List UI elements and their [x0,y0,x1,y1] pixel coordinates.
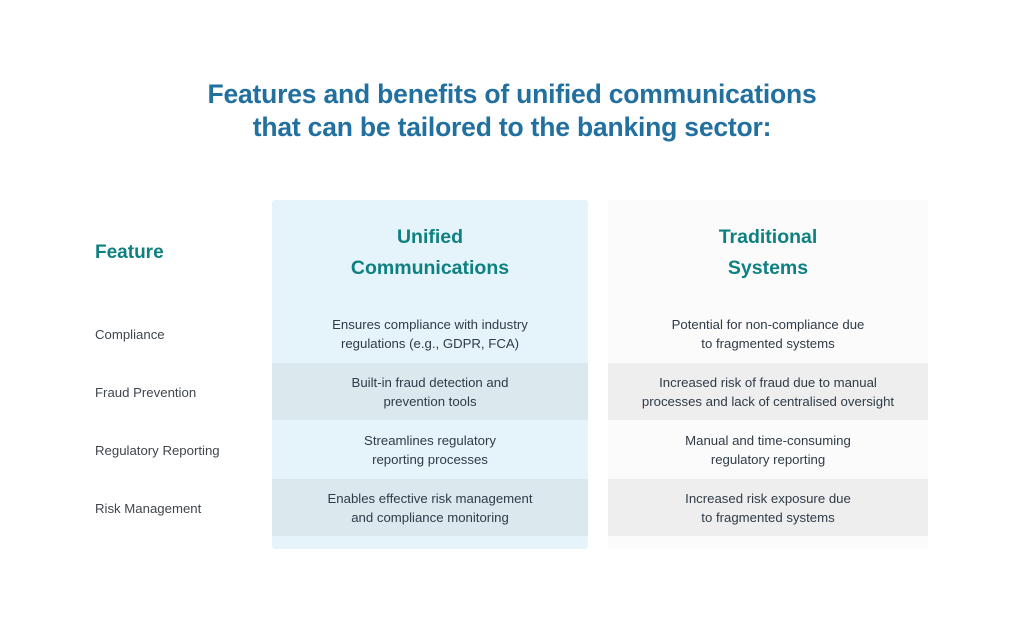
page-title: Features and benefits of unified communi… [0,78,1024,144]
unified-communications-text: Ensures compliance with industry regulati… [332,315,528,353]
page-title-line-2: that can be tailored to the banking sect… [252,112,772,142]
table-row: Fraud Prevention Built-in fraud detectio… [0,363,1024,421]
feature-name-cell: Risk Management [0,479,272,537]
cell-line-2: processes and lack of centralised oversi… [641,394,895,409]
cell-line-1: Streamlines regulatory [364,433,496,448]
unified-communications-text: Built-in fraud detection and prevention t… [352,373,509,411]
column-header-feature: Feature [0,200,272,305]
comparison-table: Feature Unified Communications Traditiona… [0,200,1024,549]
cell-line-1: Ensures compliance with industry [332,317,528,332]
table-grid: Feature Unified Communications Traditiona… [0,200,1024,537]
feature-name-label: Compliance [95,326,165,342]
traditional-systems-cell: Potential for non-compliance due to fragm… [608,305,1024,363]
traditional-systems-cell: Increased risk of fraud due to manual pro… [608,363,1024,421]
column-header-unified-line-2: Communications [350,256,510,279]
comparison-infographic: Features and benefits of unified communi… [0,0,1024,628]
unified-communications-cell: Built-in fraud detection and prevention t… [272,363,608,421]
cell-line-2: regulations (e.g., GDPR, FCA) [340,336,520,351]
cell-line-2: reporting processes [372,452,488,467]
column-header-traditional-line-2: Systems [727,256,809,279]
traditional-systems-text: Increased risk of fraud due to manual pro… [642,373,894,411]
feature-name-label: Regulatory Reporting [95,442,220,458]
cell-line-2: regulatory reporting [710,452,826,467]
cell-line-2: prevention tools [383,394,477,409]
feature-name-cell: Fraud Prevention [0,363,272,421]
cell-line-2: to fragmented systems [701,336,835,351]
unified-communications-text: Enables effective risk management and com… [327,489,532,527]
traditional-systems-text: Increased risk exposure due to fragmented… [685,489,851,527]
unified-communications-cell: Ensures compliance with industry regulati… [272,305,608,363]
column-header-unified-communications-label: Unified Communications [351,222,509,284]
traditional-systems-text: Potential for non-compliance due to fragm… [672,315,865,353]
cell-line-1: Increased risk of fraud due to manual [659,375,877,390]
cell-line-1: Increased risk exposure due [685,491,851,506]
table-row: Compliance Ensures compliance with indus… [0,305,1024,363]
cell-line-1: Potential for non-compliance due [671,317,865,332]
column-header-feature-label: Feature [95,241,164,263]
table-row: Risk Management Enables effective risk m… [0,479,1024,537]
column-header-traditional-line-1: Traditional [718,225,818,248]
feature-name-cell: Compliance [0,305,272,363]
cell-line-1: Manual and time-consuming [685,433,851,448]
cell-line-2: and compliance monitoring [351,510,509,525]
table-row: Regulatory Reporting Streamlines regulat… [0,421,1024,479]
cell-line-1: Enables effective risk management [327,491,533,506]
traditional-systems-text: Manual and time-consuming regulatory repo… [685,431,851,469]
cell-line-2: to fragmented systems [701,510,835,525]
unified-communications-cell: Streamlines regulatory reporting processe… [272,421,608,479]
page-title-line-1: Features and benefits of unified communi… [207,79,817,109]
column-header-unified-communications: Unified Communications [272,200,608,305]
unified-communications-cell: Enables effective risk management and com… [272,479,608,537]
feature-name-cell: Regulatory Reporting [0,421,272,479]
column-header-traditional-systems-label: Traditional Systems [719,222,818,284]
column-header-traditional-systems: Traditional Systems [608,200,1024,305]
traditional-systems-cell: Increased risk exposure due to fragmented… [608,479,1024,537]
feature-name-label: Fraud Prevention [95,384,197,400]
cell-line-1: Built-in fraud detection and [351,375,509,390]
feature-name-label: Risk Management [95,500,202,516]
table-header-row: Feature Unified Communications Traditiona… [0,200,1024,305]
traditional-systems-cell: Manual and time-consuming regulatory repo… [608,421,1024,479]
unified-communications-text: Streamlines regulatory reporting processe… [364,431,496,469]
column-header-unified-line-1: Unified [396,225,464,248]
